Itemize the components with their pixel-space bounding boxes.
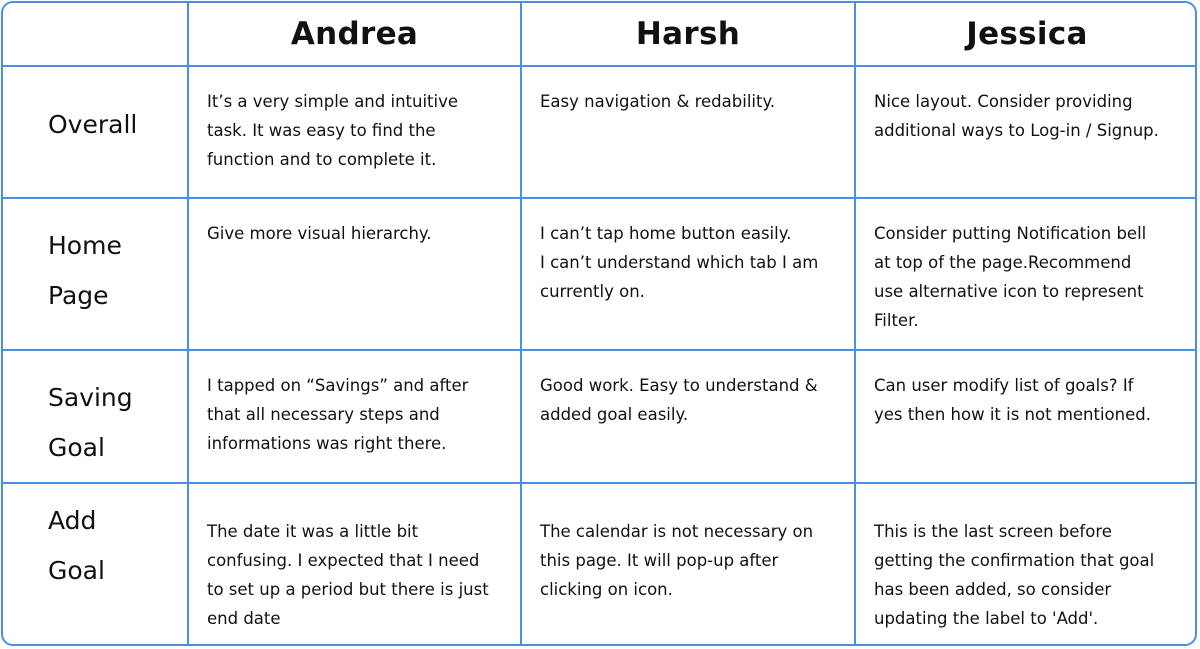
- row-label-saving-goal: Saving Goal: [3, 351, 189, 484]
- column-header-andrea: Andrea: [189, 3, 522, 67]
- row-label-add-goal: Add Goal: [3, 484, 189, 644]
- table-cell: This is the last screen before getting t…: [874, 522, 1155, 628]
- header-corner-cell: [3, 3, 189, 67]
- table-cell: It’s a very simple and intuitive task. I…: [189, 67, 522, 199]
- table-cell: Easy navigation & redability.: [522, 67, 856, 199]
- row-label-overall: Overall: [3, 67, 189, 199]
- table-cell: I can’t tap home button easily. I can’t …: [522, 199, 856, 351]
- table-cell: Give more visual hierarchy.: [189, 199, 522, 351]
- table-cell: I tapped on “Savings” and after that all…: [189, 351, 522, 484]
- table-cell: Nice layout. Consider providing addition…: [856, 67, 1195, 199]
- feedback-table: Andrea Harsh Jessica Overall It’s a very…: [1, 1, 1197, 646]
- table-cell: The calendar is not necessary on this pa…: [522, 484, 856, 644]
- table-cell: Consider putting Notification bell at to…: [856, 199, 1195, 351]
- column-header-harsh: Harsh: [522, 3, 856, 67]
- table-cell: Good work. Easy to understand & added go…: [522, 351, 856, 484]
- table-cell: Can user modify list of goals? If yes th…: [856, 351, 1195, 484]
- row-label-home-page: Home Page: [3, 199, 189, 351]
- column-header-jessica: Jessica: [856, 3, 1195, 67]
- table-cell: The date it was a little bit confusing. …: [189, 484, 522, 644]
